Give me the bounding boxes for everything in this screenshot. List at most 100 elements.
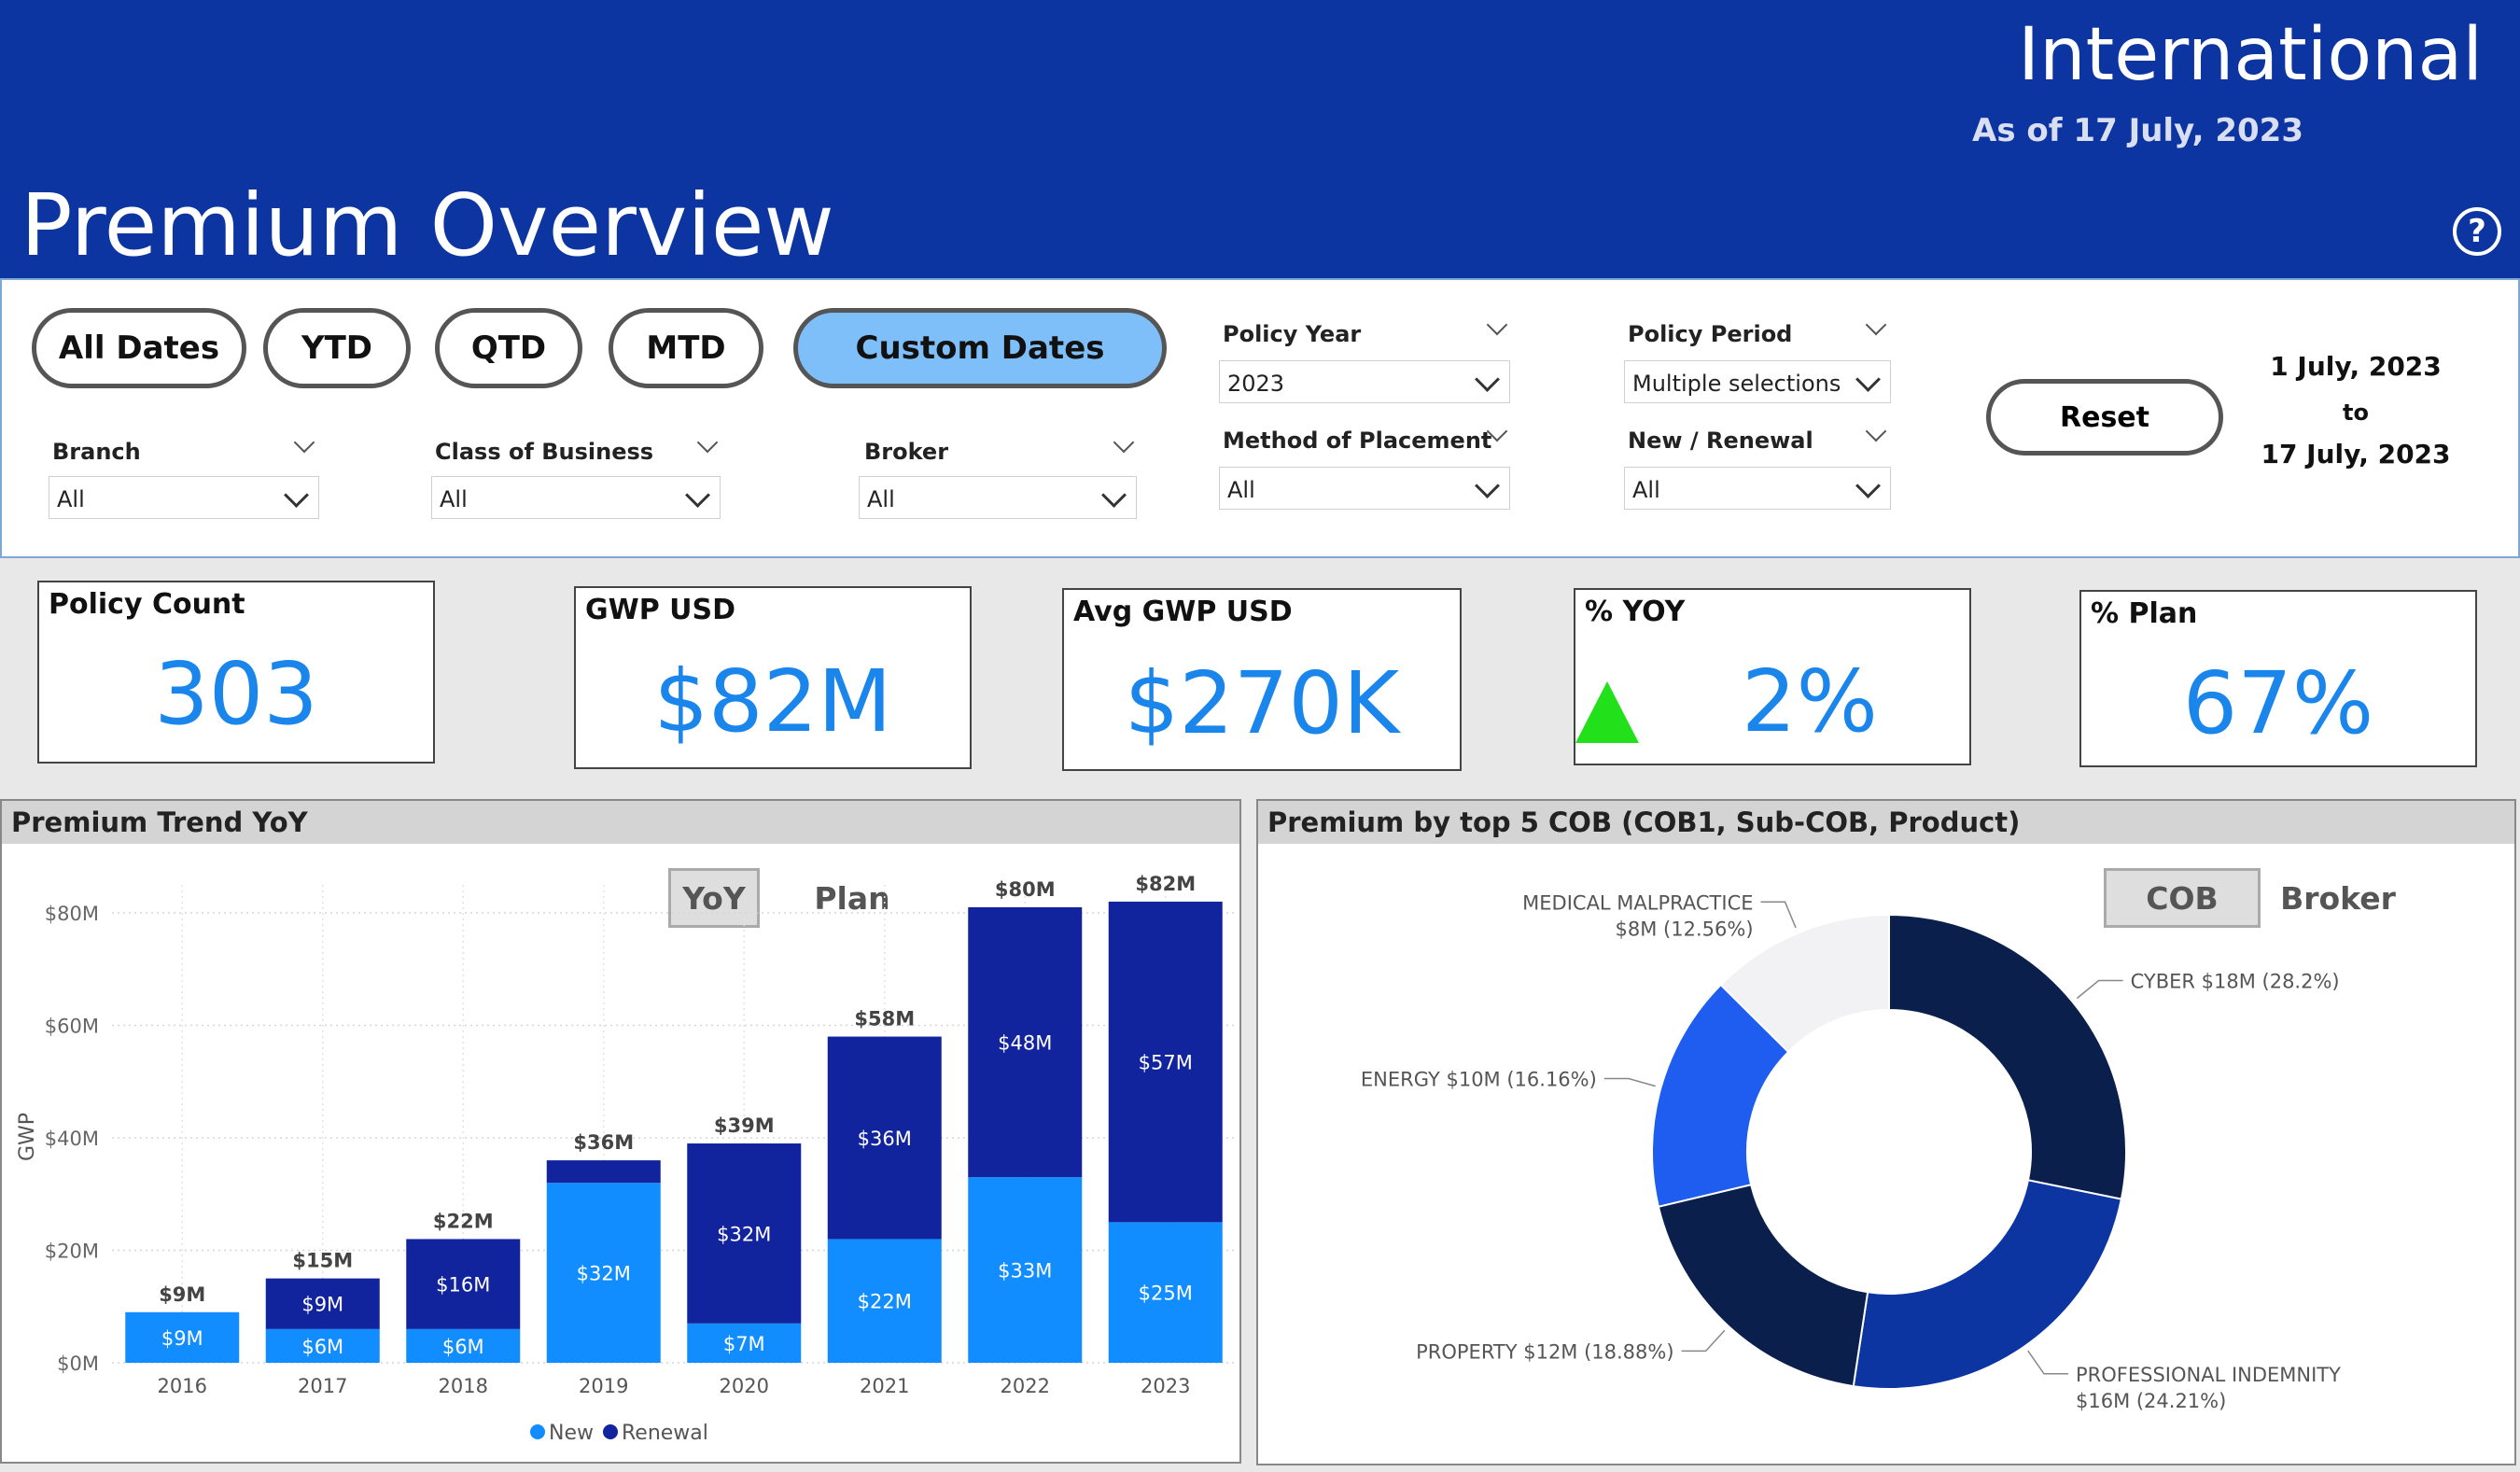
bar-data-label: $33M bbox=[998, 1260, 1052, 1283]
y-axis-label: GWP bbox=[16, 1113, 39, 1161]
kpi-title: Policy Count bbox=[49, 588, 245, 621]
new-renewal-label: New / Renewal bbox=[1628, 428, 1813, 454]
donut-slice bbox=[1657, 1183, 1869, 1388]
premium-by-cob-panel: Premium by top 5 COB (COB1, Sub-COB, Pro… bbox=[1256, 799, 2516, 1465]
bar-total-label: $80M bbox=[995, 878, 1056, 901]
bar-total-label: $15M bbox=[292, 1250, 353, 1272]
chevron-down-icon bbox=[284, 483, 309, 508]
region-title: International bbox=[2018, 13, 2483, 97]
bar-data-label: $9M bbox=[161, 1327, 203, 1350]
x-tick-label: 2017 bbox=[298, 1375, 347, 1397]
kpi-title: GWP USD bbox=[585, 594, 736, 626]
broker-dropdown[interactable]: All bbox=[859, 476, 1137, 519]
broker-value: All bbox=[867, 486, 895, 512]
legend-marker bbox=[603, 1424, 618, 1439]
kpi-avg-gwp-usd: Avg GWP USD $270K bbox=[1062, 588, 1462, 771]
bar-data-label: $6M bbox=[442, 1336, 484, 1358]
y-tick-label: $0M bbox=[57, 1353, 99, 1375]
x-tick-label: 2019 bbox=[579, 1375, 628, 1397]
kpi-value: 67% bbox=[2182, 653, 2374, 753]
x-tick-label: 2020 bbox=[720, 1375, 769, 1397]
leader-line bbox=[2076, 979, 2123, 1000]
bar-total-label: $58M bbox=[854, 1008, 915, 1030]
bar-data-label: $9M bbox=[301, 1294, 343, 1316]
policy-year-value: 2023 bbox=[1227, 371, 1285, 397]
premium-trend-panel: Premium Trend YoY YoY Plan $0M $20M $40M $6… bbox=[0, 799, 1241, 1464]
slice-value-label: $16M (24.21%) bbox=[2076, 1390, 2226, 1412]
y-tick-label: $60M bbox=[45, 1016, 99, 1038]
class-of-business-label: Class of Business bbox=[435, 439, 654, 465]
kpi-policy-count: Policy Count 303 bbox=[37, 581, 435, 764]
slice-label: CYBER $18M (28.2%) bbox=[2131, 971, 2340, 993]
date-range-to: 17 July, 2023 bbox=[2261, 439, 2451, 470]
branch-label: Branch bbox=[52, 439, 141, 465]
bar-data-label: $16M bbox=[436, 1274, 490, 1297]
bar-data-label: $25M bbox=[1139, 1283, 1193, 1305]
new-renewal-value: All bbox=[1632, 477, 1660, 503]
kpi-plan: % Plan 67% bbox=[2079, 590, 2477, 767]
legend-marker bbox=[530, 1424, 545, 1439]
class-of-business-dropdown[interactable]: All bbox=[431, 476, 721, 519]
cob-donut-chart: CYBER $18M (28.2%) PROFESSIONAL INDEMNITY… bbox=[1361, 891, 2341, 1412]
date-range-from: 1 July, 2023 bbox=[2270, 351, 2442, 382]
kpi-title: % YOY bbox=[1585, 596, 1686, 628]
legend-label: Renewal bbox=[622, 1422, 708, 1445]
slice-label: PROFESSIONAL INDEMNITY bbox=[2076, 1364, 2341, 1386]
kpi-title: % Plan bbox=[2091, 597, 2198, 630]
kpi-title: Avg GWP USD bbox=[1073, 596, 1293, 628]
leader-line bbox=[1603, 1077, 1656, 1087]
y-tick-label: $40M bbox=[45, 1128, 99, 1150]
method-of-placement-dropdown[interactable]: All bbox=[1219, 467, 1510, 510]
ytd-button[interactable]: YTD bbox=[263, 308, 411, 388]
bar-segment-renewal bbox=[546, 1160, 661, 1184]
slice-value-label: $8M (12.56%) bbox=[1616, 918, 1754, 940]
kpi-value: 2% bbox=[1742, 652, 1878, 751]
legend-label: New bbox=[549, 1422, 594, 1445]
bar-data-label: $22M bbox=[858, 1291, 912, 1313]
page-title: Premium Overview bbox=[21, 175, 834, 275]
donut-slice bbox=[1888, 913, 2127, 1200]
method-of-placement-value: All bbox=[1227, 477, 1255, 503]
leader-line bbox=[1760, 901, 1797, 929]
method-of-placement-label: Method of Placement bbox=[1223, 428, 1492, 454]
y-tick-label: $20M bbox=[45, 1241, 99, 1263]
mtd-button[interactable]: MTD bbox=[609, 308, 763, 388]
branch-dropdown[interactable]: All bbox=[49, 476, 319, 519]
kpi-yoy: % YOY 2% bbox=[1574, 588, 1971, 765]
policy-year-dropdown[interactable]: 2023 bbox=[1219, 360, 1510, 403]
chevron-down-icon bbox=[1855, 473, 1881, 498]
leader-line bbox=[1681, 1329, 1726, 1353]
chevron-down-icon bbox=[1475, 367, 1500, 392]
date-range-to-word: to bbox=[2343, 400, 2369, 426]
new-renewal-dropdown[interactable]: All bbox=[1624, 467, 1891, 510]
qtd-button[interactable]: QTD bbox=[435, 308, 582, 388]
x-tick-label: 2022 bbox=[1001, 1375, 1050, 1397]
bar-total-label: $9M bbox=[159, 1283, 205, 1306]
bar-data-label: $6M bbox=[301, 1336, 343, 1358]
x-tick-label: 2023 bbox=[1141, 1375, 1190, 1397]
slice-label: MEDICAL MALPRACTICE bbox=[1522, 891, 1753, 914]
bar-data-label: $32M bbox=[577, 1263, 631, 1285]
as-of-date: As of 17 July, 2023 bbox=[1972, 112, 2303, 149]
policy-period-dropdown[interactable]: Multiple selections bbox=[1624, 360, 1891, 403]
leader-line bbox=[2027, 1350, 2068, 1375]
x-tick-label: 2021 bbox=[860, 1375, 909, 1397]
reset-button[interactable]: Reset bbox=[1986, 379, 2223, 456]
broker-label: Broker bbox=[864, 439, 949, 465]
bar-data-label: $7M bbox=[723, 1333, 765, 1355]
help-icon[interactable]: ? bbox=[2453, 207, 2501, 256]
kpi-value: 303 bbox=[154, 644, 318, 744]
x-tick-label: 2018 bbox=[439, 1375, 488, 1397]
chevron-down-icon bbox=[1855, 367, 1881, 392]
slice-label: ENERGY $10M (16.16%) bbox=[1361, 1069, 1597, 1091]
bar-data-label: $36M bbox=[858, 1128, 912, 1150]
chevron-down-icon bbox=[1101, 483, 1127, 508]
custom-dates-button[interactable]: Custom Dates bbox=[793, 308, 1167, 388]
kpi-gwp-usd: GWP USD $82M bbox=[574, 586, 972, 769]
all-dates-button[interactable]: All Dates bbox=[32, 308, 246, 388]
policy-period-value: Multiple selections bbox=[1632, 371, 1841, 397]
chevron-down-icon bbox=[1475, 473, 1500, 498]
x-tick-label: 2016 bbox=[158, 1375, 207, 1397]
chevron-down-icon bbox=[685, 483, 710, 508]
bar-total-label: $82M bbox=[1135, 873, 1196, 895]
